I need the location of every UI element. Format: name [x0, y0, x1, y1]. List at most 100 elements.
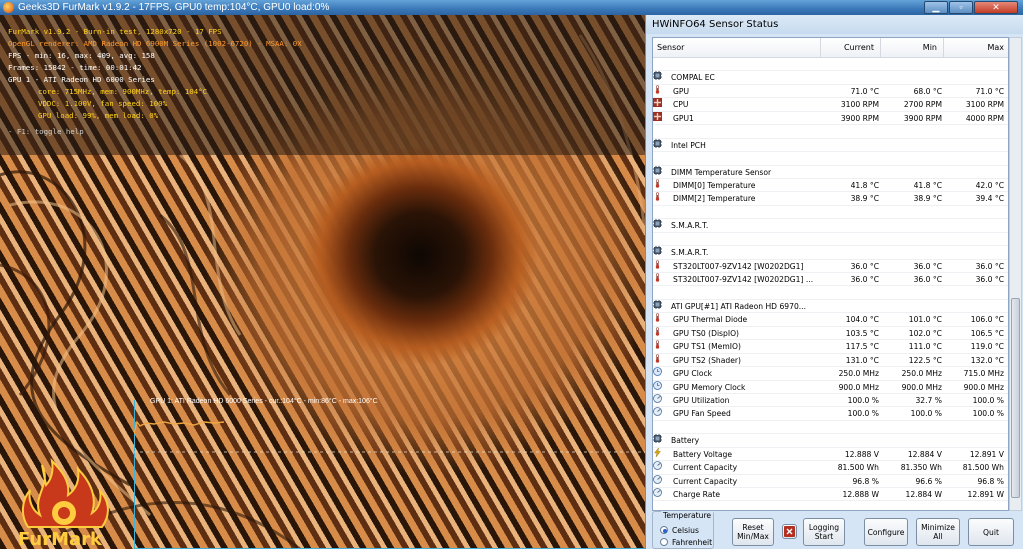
- chip-icon: [653, 299, 662, 309]
- sensor-current: 41.8 °C: [850, 180, 879, 190]
- sensor-current: 38.9 °C: [850, 194, 879, 204]
- sensor-max: 42.0 °C: [975, 180, 1004, 190]
- quit-button[interactable]: Quit: [968, 518, 1014, 546]
- sensor-group-name: S.M.A.R.T.: [671, 221, 709, 231]
- sensor-group-row[interactable]: ATI GPU[#1] ATI Radeon HD 6970...: [653, 299, 1008, 314]
- gauge-icon: [653, 394, 662, 403]
- logging-start-button[interactable]: Logging Start: [803, 518, 845, 546]
- sensor-name: GPU1: [673, 113, 694, 123]
- maximize-icon[interactable]: ▫: [949, 1, 973, 14]
- sensor-max: 715.0 MHz: [963, 369, 1004, 379]
- sensor-row[interactable]: ST320LT007-9ZV142 [W0202DG1] 36.0 °C 36.0 …: [653, 259, 1008, 273]
- sensor-row[interactable]: Charge Rate 12.888 W 12.884 W 12.891 W: [653, 488, 1008, 502]
- minimize-icon[interactable]: ▁: [924, 1, 948, 14]
- sensor-row[interactable]: Battery Voltage 12.888 V 12.884 V 12.891 V: [653, 446, 1008, 462]
- column-header-max[interactable]: Max: [944, 38, 1008, 58]
- logo-text: FurMark: [18, 529, 103, 549]
- sensor-max: 3100 RPM: [965, 100, 1004, 110]
- close-icon[interactable]: ✕: [974, 1, 1018, 14]
- sensor-row[interactable]: GPU Memory Clock 900.0 MHz 900.0 MHz 900.0 …: [653, 380, 1008, 394]
- reset-min-max-button[interactable]: Reset Min/Max: [732, 518, 774, 546]
- thermometer-icon: [655, 326, 660, 336]
- close-sensor-button[interactable]: [782, 524, 797, 539]
- hwinfo-window-title[interactable]: HWiNFO64 Sensor Status: [646, 15, 1023, 34]
- sensor-max: 36.0 °C: [975, 275, 1004, 284]
- sensor-row[interactable]: CPU 3100 RPM 2700 RPM 3100 RPM: [653, 98, 1008, 112]
- sensor-group-row[interactable]: S.M.A.R.T.: [653, 246, 1008, 260]
- sensor-current: 103.5 °C: [845, 328, 879, 338]
- sensor-group-row[interactable]: COMPAL EC: [653, 71, 1008, 85]
- sensor-row[interactable]: GPU TS2 (Shader) 131.0 °C 122.5 °C 132.0 °C: [653, 353, 1008, 368]
- sensor-list-header: Sensor Current Min Max: [653, 38, 1008, 58]
- celsius-label[interactable]: Celsius: [672, 526, 699, 535]
- sensor-row[interactable]: GPU Thermal Diode 104.0 °C 101.0 °C 106.0 °…: [653, 313, 1008, 327]
- gauge-icon: [653, 407, 662, 417]
- sensor-max: 106.5 °C: [970, 328, 1004, 338]
- sensor-max: 106.0 °C: [970, 315, 1004, 325]
- scrollbar-thumb[interactable]: [1011, 298, 1020, 498]
- sensor-row[interactable]: ST320LT007-9ZV142 [W0202DG1] ... 36.0 °C 3…: [653, 273, 1008, 287]
- sensor-row[interactable]: GPU 71.0 °C 68.0 °C 71.0 °C: [653, 85, 1008, 99]
- fahrenheit-label[interactable]: Fahrenheit: [672, 538, 712, 547]
- sensor-max: 119.0 °C: [970, 342, 1004, 352]
- sensor-row-spacer: [653, 206, 1008, 220]
- sensor-max: 12.891 W: [967, 490, 1005, 499]
- column-header-sensor[interactable]: Sensor: [653, 38, 821, 58]
- sensor-row-spacer: [653, 286, 1008, 300]
- sensor-group-name: Battery: [671, 436, 700, 446]
- sensor-group-row[interactable]: Battery: [653, 434, 1008, 448]
- sensor-row[interactable]: DIMM[2] Temperature 38.9 °C 38.9 °C 39.4 °C: [653, 192, 1008, 206]
- column-header-current[interactable]: Current: [821, 38, 881, 58]
- gauge-icon: [653, 461, 662, 471]
- hwinfo-toolbar: Temperature Celsius Fahrenheit Reset Min…: [646, 511, 1023, 549]
- sensor-min: 111.0 °C: [908, 342, 942, 352]
- sensor-row[interactable]: Current Capacity 96.8 % 96.6 % 96.8 %: [653, 474, 1008, 488]
- sensor-row[interactable]: GPU Clock 250.0 MHz 250.0 MHz 715.0 MHz: [653, 367, 1008, 381]
- sensor-group-row[interactable]: DIMM Temperature Sensor: [653, 165, 1008, 179]
- sensor-name: Charge Rate: [673, 490, 721, 499]
- sensor-row[interactable]: GPU Fan Speed 100.0 % 100.0 % 100.0 %: [653, 407, 1008, 421]
- sensor-current: 12.888 V: [844, 449, 879, 459]
- sensor-name: CPU: [673, 100, 689, 110]
- sensor-min: 68.0 °C: [913, 86, 942, 96]
- furmark-titlebar[interactable]: Geeks3D FurMark v1.9.2 - 17FPS, GPU0 tem…: [0, 0, 1023, 15]
- sensor-min: 2700 RPM: [903, 100, 942, 110]
- sensor-min: 101.0 °C: [908, 315, 942, 325]
- chip-icon: [653, 138, 662, 148]
- sensor-row[interactable]: GPU Utilization 100.0 % 32.7 % 100.0 %: [653, 394, 1008, 408]
- column-header-min[interactable]: Min: [881, 38, 944, 58]
- overlay-line-frames: Frames: 15842 - time: 00:01:42: [8, 63, 142, 72]
- sensor-name: DIMM[0] Temperature: [673, 180, 756, 190]
- sensor-max: 96.8 %: [977, 476, 1004, 486]
- sensor-min: 36.0 °C: [913, 275, 942, 284]
- sensor-row[interactable]: GPU TS1 (MemIO) 117.5 °C 111.0 °C 119.0 °C: [653, 340, 1008, 354]
- overlay-line-help: - F1: toggle help: [8, 127, 84, 136]
- overlay-line-gpu: GPU 1 - ATI Radeon HD 6000 Series: [8, 75, 155, 84]
- sensor-row[interactable]: Current Capacity 81.500 Wh 81.350 Wh 81.500…: [653, 461, 1008, 475]
- sensor-row-spacer: [653, 58, 1008, 72]
- sensor-list[interactable]: Sensor Current Min Max COMPAL EC GPU 71.0 …: [652, 37, 1009, 511]
- sensor-max: 900.0 MHz: [963, 382, 1004, 392]
- sensor-current: 117.5 °C: [845, 342, 879, 352]
- configure-button[interactable]: Configure: [864, 518, 908, 546]
- fahrenheit-radio[interactable]: [660, 538, 668, 546]
- sensor-row[interactable]: DIMM[0] Temperature 41.8 °C 41.8 °C 42.0 °C: [653, 179, 1008, 193]
- clock-icon: [653, 367, 662, 376]
- celsius-radio[interactable]: [660, 526, 668, 534]
- sensor-group-row[interactable]: S.M.A.R.T.: [653, 219, 1008, 233]
- sensor-row-spacer: [653, 152, 1008, 166]
- chip-icon: [653, 165, 662, 175]
- sensor-current: 3900 RPM: [840, 113, 879, 123]
- sensor-list-scrollbar[interactable]: [1009, 37, 1022, 511]
- sensor-name: Current Capacity: [673, 476, 738, 486]
- sensor-row[interactable]: GPU TS0 (DispIO) 103.5 °C 102.0 °C 106.5 °C: [653, 326, 1008, 341]
- sensor-min: 100.0 %: [910, 409, 942, 419]
- overlay-line-renderer: OpenGL renderer: AMD Radeon HD 6900M Ser…: [8, 39, 302, 48]
- sensor-current: 36.0 °C: [850, 261, 879, 271]
- sensor-row[interactable]: GPU1 3900 RPM 3900 RPM 4000 RPM: [653, 111, 1008, 126]
- minimize-all-button[interactable]: Minimize All: [916, 518, 960, 546]
- sensor-name: GPU TS1 (MemIO): [673, 342, 741, 352]
- sensor-name: GPU Clock: [673, 369, 713, 379]
- sensor-group-row[interactable]: Intel PCH: [653, 138, 1008, 153]
- thermometer-icon: [655, 313, 660, 323]
